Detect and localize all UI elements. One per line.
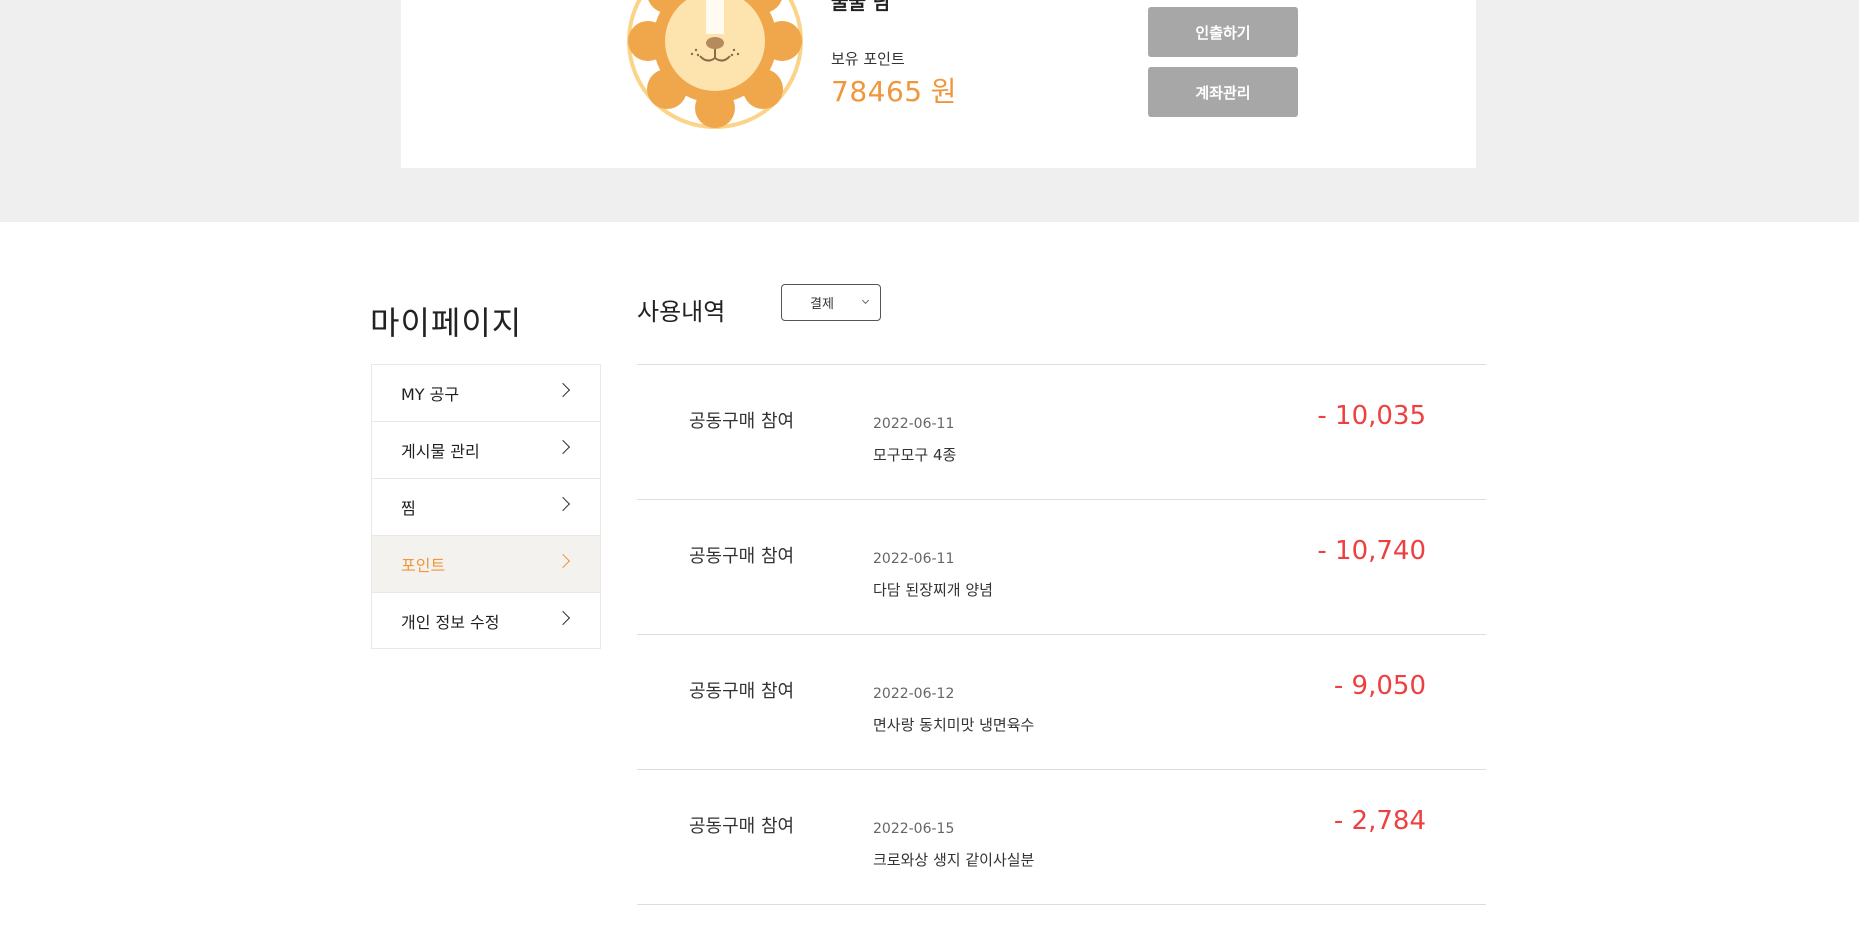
filter-selected-value: 결제 — [810, 297, 834, 312]
history-row: 공동구매 참여 2022-06-11 다담 된장찌개 양념 - 10,740 — [637, 500, 1486, 635]
sidebar-item-edit-profile[interactable]: 개인 정보 수정 — [371, 592, 601, 649]
row-amount: - 10,035 — [1317, 401, 1426, 431]
points-label: 보유 포인트 — [831, 50, 905, 68]
row-amount: - 2,784 — [1333, 806, 1426, 836]
row-date: 2022-06-15 — [873, 821, 955, 837]
history-row: 공동구매 참여 2022-06-15 크로와상 생지 같이사실분 - 2,784 — [637, 770, 1486, 905]
chevron-right-icon — [555, 439, 571, 455]
chevron-right-icon — [555, 610, 571, 626]
history-filter-select[interactable]: 결제 — [781, 284, 881, 321]
history-list: 공동구매 참여 2022-06-11 모구모구 4종 - 10,035 공동구매… — [637, 364, 1486, 905]
row-type: 공동구매 참여 — [689, 816, 795, 837]
history-row: 공동구매 참여 2022-06-11 모구모구 4종 - 10,035 — [637, 365, 1486, 500]
points-unit: 원 — [930, 75, 957, 108]
row-amount: - 9,050 — [1333, 671, 1426, 701]
sidebar-item-label: 찜 — [401, 499, 416, 518]
chevron-right-icon — [555, 553, 571, 569]
chevron-right-icon — [555, 496, 571, 512]
row-type: 공동구매 참여 — [689, 546, 795, 567]
row-product: 면사랑 동치미맛 냉면육수 — [873, 716, 1035, 734]
lion-avatar-icon — [626, 0, 804, 130]
sidebar-item-label: MY 공구 — [401, 385, 460, 404]
chevron-right-icon — [555, 382, 571, 398]
withdraw-button[interactable]: 인출하기 — [1148, 7, 1298, 57]
chevron-down-icon — [861, 296, 870, 305]
points-balance: 78465 원 — [831, 70, 957, 110]
history-title: 사용내역 — [637, 298, 726, 326]
points-amount: 78465 — [831, 75, 923, 108]
account-manage-button[interactable]: 계좌관리 — [1148, 67, 1298, 117]
row-product: 크로와상 생지 같이사실분 — [873, 851, 1035, 869]
row-amount: - 10,740 — [1317, 536, 1426, 566]
history-row: 공동구매 참여 2022-06-12 면사랑 동치미맛 냉면육수 - 9,050 — [637, 635, 1486, 770]
username: 꿀꿀 님 — [831, 0, 891, 14]
mypage-title: 마이페이지 — [370, 304, 523, 342]
row-product: 모구모구 4종 — [873, 446, 957, 464]
row-product: 다담 된장찌개 양념 — [873, 581, 993, 599]
sidebar-item-my-group-buy[interactable]: MY 공구 — [371, 364, 601, 421]
row-type: 공동구매 참여 — [689, 681, 795, 702]
sidebar-item-points[interactable]: 포인트 — [371, 535, 601, 592]
sidebar-item-label: 게시물 관리 — [401, 442, 480, 461]
sidebar-item-label: 개인 정보 수정 — [401, 612, 500, 632]
row-date: 2022-06-12 — [873, 686, 955, 702]
row-type: 공동구매 참여 — [689, 411, 795, 432]
row-date: 2022-06-11 — [873, 416, 955, 432]
sidebar-menu: MY 공구 게시물 관리 찜 포인트 개인 정보 수정 — [371, 364, 601, 649]
sidebar-item-posts[interactable]: 게시물 관리 — [371, 421, 601, 478]
sidebar-item-wishlist[interactable]: 찜 — [371, 478, 601, 535]
row-date: 2022-06-11 — [873, 551, 955, 567]
sidebar-item-label: 포인트 — [401, 556, 446, 575]
